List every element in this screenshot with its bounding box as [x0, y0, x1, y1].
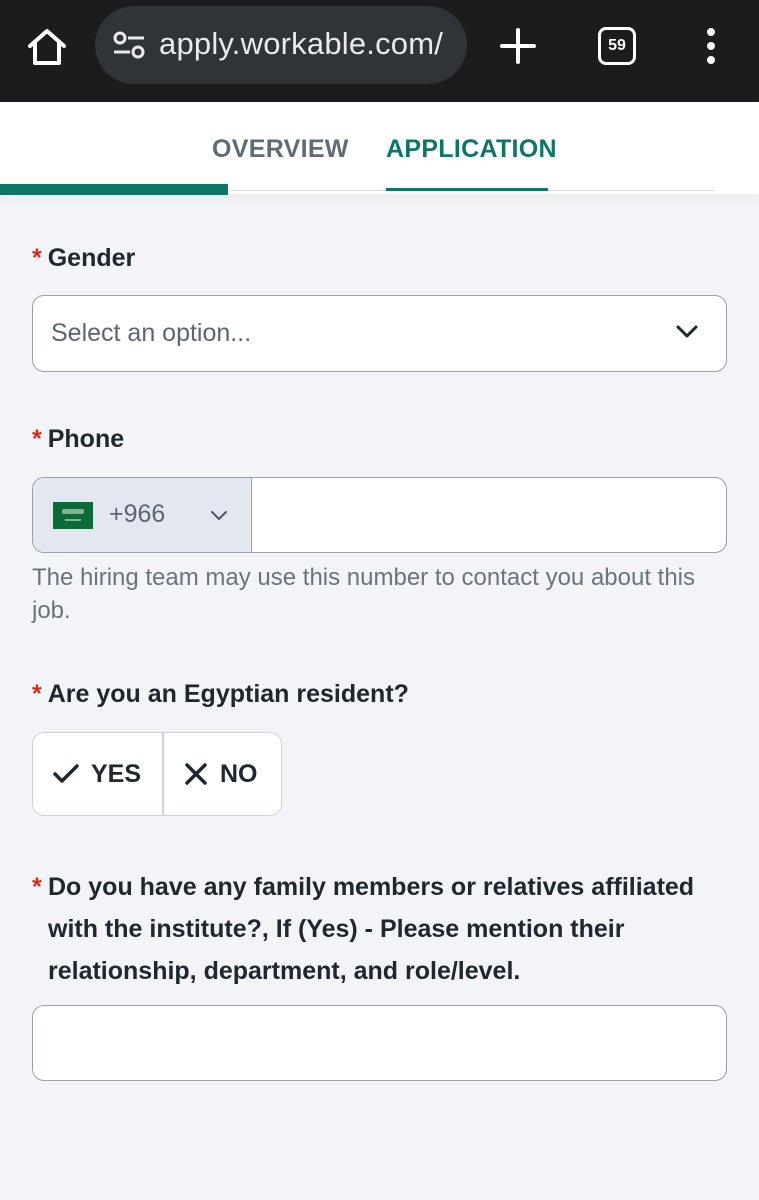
required-marker: *	[32, 680, 42, 708]
tab-application[interactable]: APPLICATION	[386, 135, 557, 164]
close-icon	[185, 763, 207, 785]
family-members-input[interactable]	[32, 1005, 727, 1081]
phone-label: * Phone	[32, 425, 125, 453]
yes-button[interactable]: YES	[53, 733, 141, 815]
more-menu-icon[interactable]	[698, 26, 724, 66]
required-marker: *	[32, 425, 42, 453]
address-bar[interactable]: apply.workable.com/	[95, 6, 467, 84]
no-label: NO	[220, 759, 258, 788]
check-icon	[53, 764, 79, 783]
application-progress-bar	[0, 184, 228, 195]
family-members-label: * Do you have any family members or rela…	[32, 866, 732, 992]
job-nav-tabs: OVERVIEW APPLICATION	[0, 102, 759, 195]
home-icon[interactable]	[24, 24, 70, 70]
toggle-divider	[162, 733, 164, 815]
tab-overview[interactable]: OVERVIEW	[212, 135, 349, 164]
site-settings-icon[interactable]	[113, 31, 145, 59]
gender-select[interactable]: Select an option...	[32, 295, 727, 372]
phone-field: +966	[32, 477, 727, 553]
yes-label: YES	[91, 759, 142, 788]
gender-label: * Gender	[32, 244, 136, 272]
chevron-down-icon	[676, 325, 698, 338]
egyptian-resident-toggle: YES NO	[32, 732, 282, 816]
required-marker: *	[32, 244, 42, 272]
egyptian-resident-label: * Are you an Egyptian resident?	[32, 680, 409, 708]
url-text[interactable]: apply.workable.com/	[159, 26, 443, 62]
browser-toolbar: apply.workable.com/ 59	[0, 0, 759, 102]
no-button[interactable]: NO	[184, 733, 258, 815]
phone-number-input[interactable]	[252, 478, 726, 552]
gender-select-placeholder: Select an option...	[51, 319, 252, 347]
tab-count: 59	[608, 37, 626, 54]
country-code-select[interactable]: +966	[33, 478, 252, 552]
required-marker: *	[32, 873, 42, 901]
saudi-arabia-flag-icon	[53, 502, 93, 529]
tab-switcher-button[interactable]: 59	[598, 27, 636, 65]
country-code-value: +966	[109, 500, 166, 528]
chevron-down-icon	[211, 511, 227, 520]
new-tab-icon[interactable]	[500, 28, 536, 64]
active-tab-indicator	[386, 188, 548, 191]
phone-hint-text: The hiring team may use this number to c…	[32, 564, 696, 624]
